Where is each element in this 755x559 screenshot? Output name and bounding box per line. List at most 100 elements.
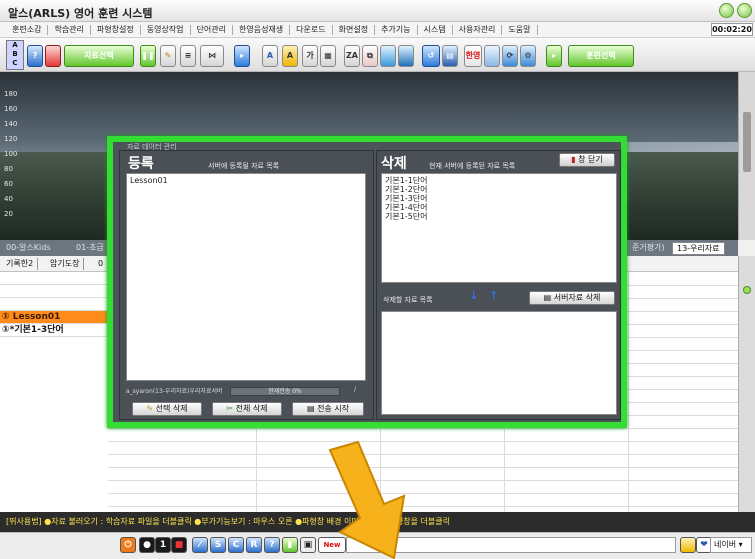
register-pane: 등록 서버에 등록될 자료 목록 Lesson01 a_syaron(13-우리… xyxy=(119,150,374,420)
register-item[interactable]: Lesson01 xyxy=(130,176,362,185)
signal-icon[interactable]: ▮ xyxy=(282,537,298,553)
rewind-icon[interactable]: ↺ xyxy=(422,45,440,67)
clock-display: 00:02:20 xyxy=(711,23,753,36)
data-select-button[interactable]: 자료선택 xyxy=(64,45,134,67)
font-large-label: A xyxy=(286,51,294,60)
naver-select[interactable]: 네이버 ▾ xyxy=(710,537,752,553)
menu-item[interactable]: 훈련소감 xyxy=(6,25,49,35)
power-icon[interactable]: ⏻ xyxy=(120,537,136,553)
subtab-memorize[interactable]: 암기도장 xyxy=(46,258,85,270)
menu-item[interactable]: 시스템 xyxy=(418,25,453,35)
dictionary-icon[interactable]: ZA xyxy=(344,45,360,67)
server-item[interactable]: 기본1-4단어 xyxy=(385,203,613,212)
lesson-item[interactable]: ①*기본1-3단어 xyxy=(0,324,108,337)
register-note: 서버에 등록될 자료 목록 xyxy=(208,162,280,170)
tab-evaluation[interactable]: 준거평가) xyxy=(628,242,669,255)
menu-item[interactable]: 단어관리 xyxy=(191,25,233,35)
grid-line xyxy=(108,454,738,455)
counter-button[interactable]: 1 xyxy=(155,537,171,553)
help-icon[interactable]: ? xyxy=(27,45,43,67)
tab-our-data[interactable]: 13-우리자료 xyxy=(672,242,725,255)
scrollbar-thumb[interactable] xyxy=(743,112,751,172)
bottom-input[interactable] xyxy=(346,537,676,553)
menu-item[interactable]: 파형창설정 xyxy=(91,25,141,35)
picture-icon[interactable] xyxy=(380,45,396,67)
delete-pane: 삭제 현재 서버에 등록된 자료 목록 ▮ 창 닫기 기본1-1단어 기본1-2단… xyxy=(376,150,621,420)
menu-item[interactable]: 사용자관리 xyxy=(453,25,503,35)
font-small-button[interactable]: A xyxy=(262,45,278,67)
new-button[interactable]: New xyxy=(318,537,346,553)
close-button[interactable] xyxy=(737,3,752,18)
minimize-button[interactable] xyxy=(719,3,734,18)
stop-icon[interactable]: ■ xyxy=(171,537,187,553)
next-icon[interactable]: ▸ xyxy=(546,45,562,67)
lesson-item-selected[interactable]: ① Lesson01 xyxy=(0,311,108,324)
register-title: 등록 xyxy=(128,156,154,172)
arrow-down-icon[interactable]: ↓ xyxy=(469,289,478,302)
help-button[interactable]: ? xyxy=(264,537,280,553)
folder-icon[interactable] xyxy=(680,537,696,553)
list-item xyxy=(0,298,108,311)
table-icon[interactable]: ▤ xyxy=(442,45,458,67)
slash-icon[interactable]: ⁄ xyxy=(192,537,208,553)
y-tick-label: 120 xyxy=(4,135,18,143)
play-icon[interactable]: ▸ xyxy=(234,45,250,67)
y-tick-label: 60 xyxy=(4,180,13,188)
server-item[interactable]: 기본1-1단어 xyxy=(385,176,613,185)
waveform-scrollbar[interactable] xyxy=(738,72,755,240)
align-icon[interactable]: ≡ xyxy=(180,45,196,67)
record-icon[interactable]: ● xyxy=(139,537,155,553)
y-tick-label: 20 xyxy=(4,210,13,218)
lock-icon[interactable] xyxy=(45,45,61,67)
menu-item[interactable]: 화면설정 xyxy=(333,25,376,35)
settings-icon[interactable]: ⚙ xyxy=(520,45,536,67)
server-delete-button[interactable]: ▤ 서버자료 삭제 xyxy=(529,291,615,305)
list-item xyxy=(0,285,108,298)
server-delete-label: 서버자료 삭제 xyxy=(553,293,601,302)
menu-item[interactable]: 동영상작업 xyxy=(141,25,191,35)
all-delete-button[interactable]: ✂ 전체 삭제 xyxy=(212,402,282,416)
waveform-icon[interactable]: ⋈ xyxy=(200,45,224,67)
menu-item[interactable]: 한영음성재생 xyxy=(233,25,291,35)
speaker-icon[interactable] xyxy=(484,45,500,67)
select-delete-button[interactable]: ✎ 선택 삭제 xyxy=(132,402,202,416)
subtab-other[interactable]: 0 xyxy=(94,258,109,270)
r-button[interactable]: R xyxy=(246,537,262,553)
server-item[interactable]: 기본1-3단어 xyxy=(385,194,613,203)
menu-item[interactable]: 다운로드 xyxy=(290,25,333,35)
pause-icon[interactable]: ❚❚ xyxy=(140,45,156,67)
tab-beginner[interactable]: 01-초급 xyxy=(72,242,108,255)
refresh-icon[interactable]: ⟳ xyxy=(502,45,518,67)
monitor-icon[interactable] xyxy=(398,45,414,67)
subtab-record[interactable]: 기록한2 xyxy=(2,258,39,270)
grid-icon[interactable]: ▦ xyxy=(320,45,336,67)
server-item[interactable]: 기본1-2단어 xyxy=(385,185,613,194)
tab-kids[interactable]: 00-알스Kids xyxy=(2,242,55,255)
register-list[interactable]: Lesson01 xyxy=(126,173,366,381)
font-large-button[interactable]: A xyxy=(282,45,298,67)
korean-font-button[interactable]: 가 xyxy=(302,45,318,67)
menu-item[interactable]: 추가기능 xyxy=(375,25,418,35)
s-button[interactable]: S xyxy=(210,537,226,553)
send-start-button[interactable]: ▤ 전송 시작 xyxy=(292,402,364,416)
close-window-button[interactable]: ▮ 창 닫기 xyxy=(559,153,615,167)
progress-slash: / xyxy=(354,386,357,393)
server-list[interactable]: 기본1-1단어 기본1-2단어 기본1-3단어 기본1-4단어 기본1-5단어 xyxy=(381,173,617,283)
menu-item[interactable]: 학습관리 xyxy=(48,25,91,35)
server-item[interactable]: 기본1-5단어 xyxy=(385,212,613,221)
y-tick-label: 100 xyxy=(4,150,18,158)
pencil-icon[interactable]: ✎ xyxy=(160,45,176,67)
door-icon: ▮ xyxy=(571,155,576,164)
c-button[interactable]: C xyxy=(228,537,244,553)
monitor-small-icon[interactable]: ▣ xyxy=(300,537,316,553)
abc-selector[interactable]: ABC xyxy=(6,40,24,70)
menu-item[interactable]: 도움말 xyxy=(502,25,538,35)
training-select-button[interactable]: 훈련선택 xyxy=(568,45,634,67)
grid-line xyxy=(108,428,738,429)
transfer-progress: a_syaron(13-우리자료)우리자료서버 현재전송 0% / xyxy=(126,386,370,397)
hanyoung-button[interactable]: 한영 xyxy=(464,45,482,67)
arrow-up-icon[interactable]: ↑ xyxy=(489,289,498,302)
help-label: ? xyxy=(269,540,275,550)
copy-icon[interactable]: ⧉ xyxy=(362,45,378,67)
delete-list[interactable] xyxy=(381,311,617,415)
